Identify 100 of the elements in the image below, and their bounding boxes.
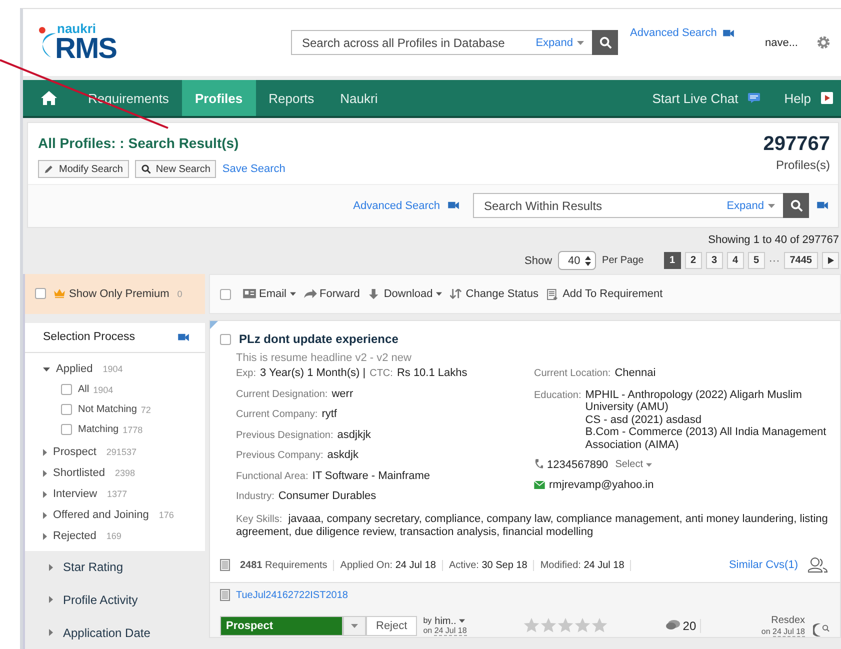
video-icon — [178, 332, 189, 342]
filter-section[interactable]: Application Date — [25, 616, 205, 649]
home-icon — [41, 91, 57, 105]
nav-tab[interactable]: Naukri — [327, 80, 391, 116]
toolbar-action[interactable]: Email — [243, 288, 296, 300]
page-button[interactable]: 3 — [706, 252, 723, 269]
toolbar-action[interactable]: Download — [368, 288, 442, 300]
filter-section[interactable]: Profile Activity — [25, 583, 205, 616]
field-value: Chennai — [614, 367, 656, 379]
advanced-search-link[interactable]: Advanced Search — [630, 27, 717, 39]
crown-icon — [54, 289, 65, 298]
expand-dropdown[interactable]: Expand — [536, 36, 592, 48]
video-icon — [817, 201, 828, 210]
envelope-icon — [534, 481, 545, 490]
premium-filter[interactable]: Show Only Premium 0 — [25, 274, 205, 314]
star-rating[interactable] — [522, 617, 608, 634]
search-within-field[interactable]: Search Within Results Expand — [473, 193, 809, 218]
caret-icon — [577, 40, 584, 44]
checkbox[interactable] — [220, 288, 231, 300]
logo-subtitle: naukri — [56, 22, 98, 34]
source-name: Resdex — [771, 614, 805, 627]
filter-group[interactable]: Rejected 169 — [43, 526, 205, 547]
field-value: Rs 10.1 Lakhs — [396, 367, 468, 379]
status-date: on 24 Jul 18 — [423, 626, 467, 636]
live-chat-link[interactable]: Start Live Chat — [636, 80, 748, 116]
toolbar-action[interactable]: Forward — [304, 288, 360, 300]
document-icon — [546, 288, 560, 300]
phone-number: 1234567890 — [547, 458, 608, 471]
reject-button[interactable]: Reject — [366, 616, 418, 636]
help-link[interactable]: Help — [768, 80, 821, 116]
assigned-by[interactable]: by him.. — [423, 616, 467, 627]
new-search-button[interactable]: New Search — [134, 160, 216, 178]
search-button[interactable] — [783, 193, 809, 218]
key-skills-text: Key Skills: javaaa, company secretary, compliance, company law, compliance management, anti money laundering, listing agreement, due diligence review, transaction analysis, financial modelling — [236, 512, 829, 540]
toolbar-action[interactable]: Add To Requirement — [546, 288, 663, 300]
filter-option[interactable]: Matching 1778 — [61, 420, 205, 440]
field-value: Consumer Durables — [278, 490, 376, 502]
download-arrow-icon — [368, 288, 381, 300]
people-icon — [808, 557, 828, 573]
expand-dropdown[interactable]: Expand — [726, 200, 783, 212]
search-button[interactable] — [592, 30, 618, 55]
checkbox[interactable] — [35, 288, 46, 300]
page-button[interactable]: 4 — [726, 252, 744, 269]
filter-option[interactable]: All 1904 — [61, 380, 205, 400]
caret-icon — [351, 624, 358, 628]
field-value: 3 Year(s) 1 Month(s) | — [260, 367, 366, 379]
field-label: Previous Company: — [236, 450, 324, 461]
phone-icon — [534, 459, 543, 470]
stage-dropdown-button[interactable] — [343, 616, 366, 636]
filter-group[interactable]: Prospect 291537 — [43, 442, 205, 463]
page-button[interactable]: 5 — [748, 252, 765, 269]
panel-title: Selection Process — [43, 331, 136, 344]
filter-group[interactable]: Shortlisted 2398 — [43, 462, 205, 484]
profile-count: 297767 — [763, 133, 830, 156]
resume-headline: This is resume headline v2 - v2 new — [236, 352, 412, 364]
caret-icon — [459, 619, 466, 624]
moon-search-icon — [813, 622, 830, 637]
nav-tab[interactable]: Reports — [256, 80, 328, 116]
filter-option[interactable]: Not Matching 72 — [61, 400, 205, 420]
similar-cvs-link[interactable]: Similar Cvs(1) — [728, 559, 798, 571]
filter-group[interactable]: Offered and Joining 176 — [43, 504, 205, 526]
filter-group[interactable]: Interview 1377 — [43, 484, 205, 505]
per-page-select[interactable]: 40 — [558, 251, 596, 270]
page-button[interactable]: 7445 — [784, 252, 818, 269]
checkbox[interactable] — [61, 384, 72, 396]
field-value: werr — [332, 388, 354, 400]
toolbar-action[interactable]: Change Status — [450, 288, 539, 300]
filter-group[interactable]: Applied 1904 — [43, 358, 205, 380]
filter-section[interactable]: Star Rating — [25, 550, 205, 584]
next-page-button[interactable] — [822, 252, 839, 269]
field-value: askdjk — [327, 449, 358, 461]
user-name[interactable]: nave... — [764, 36, 798, 48]
page-button[interactable]: 1 — [664, 252, 681, 269]
id-card-icon — [243, 288, 256, 300]
select-dropdown[interactable]: Select — [615, 459, 652, 470]
page-button[interactable]: 2 — [684, 252, 702, 269]
video-icon — [448, 201, 459, 210]
field-label: CTC: — [370, 368, 393, 379]
save-search-link[interactable]: Save Search — [222, 163, 286, 175]
checkbox[interactable] — [220, 334, 231, 344]
advanced-search-link[interactable]: Advanced Search — [353, 200, 440, 212]
stepper-icon — [585, 256, 592, 266]
count-label: Profiles(s) — [774, 158, 830, 172]
profile-name[interactable]: PLz dont update experience — [239, 332, 398, 346]
checkbox[interactable] — [61, 424, 72, 436]
corner-flag-icon — [210, 321, 218, 329]
pencil-icon — [44, 164, 54, 174]
page-title: All Profiles: : Search Result(s) — [38, 135, 240, 151]
checkbox[interactable] — [61, 404, 72, 416]
search-field[interactable]: Search across all Profiles in Database Expand — [291, 30, 618, 55]
caret-icon — [768, 204, 775, 208]
field-label: Current Designation: — [236, 388, 328, 400]
video-icon — [722, 29, 734, 38]
star-icon — [590, 617, 608, 634]
modify-search-button[interactable]: Modify Search — [38, 160, 129, 178]
note-link[interactable]: TueJul24162722IST2018 — [236, 590, 348, 600]
per-page-label: Per Page — [602, 255, 644, 266]
requirements-count[interactable]: 2481 Requirements — [234, 560, 334, 570]
date-info: Active: 30 Sep 18 — [442, 560, 534, 570]
source-date: on 24 Jul 18 — [761, 626, 805, 636]
